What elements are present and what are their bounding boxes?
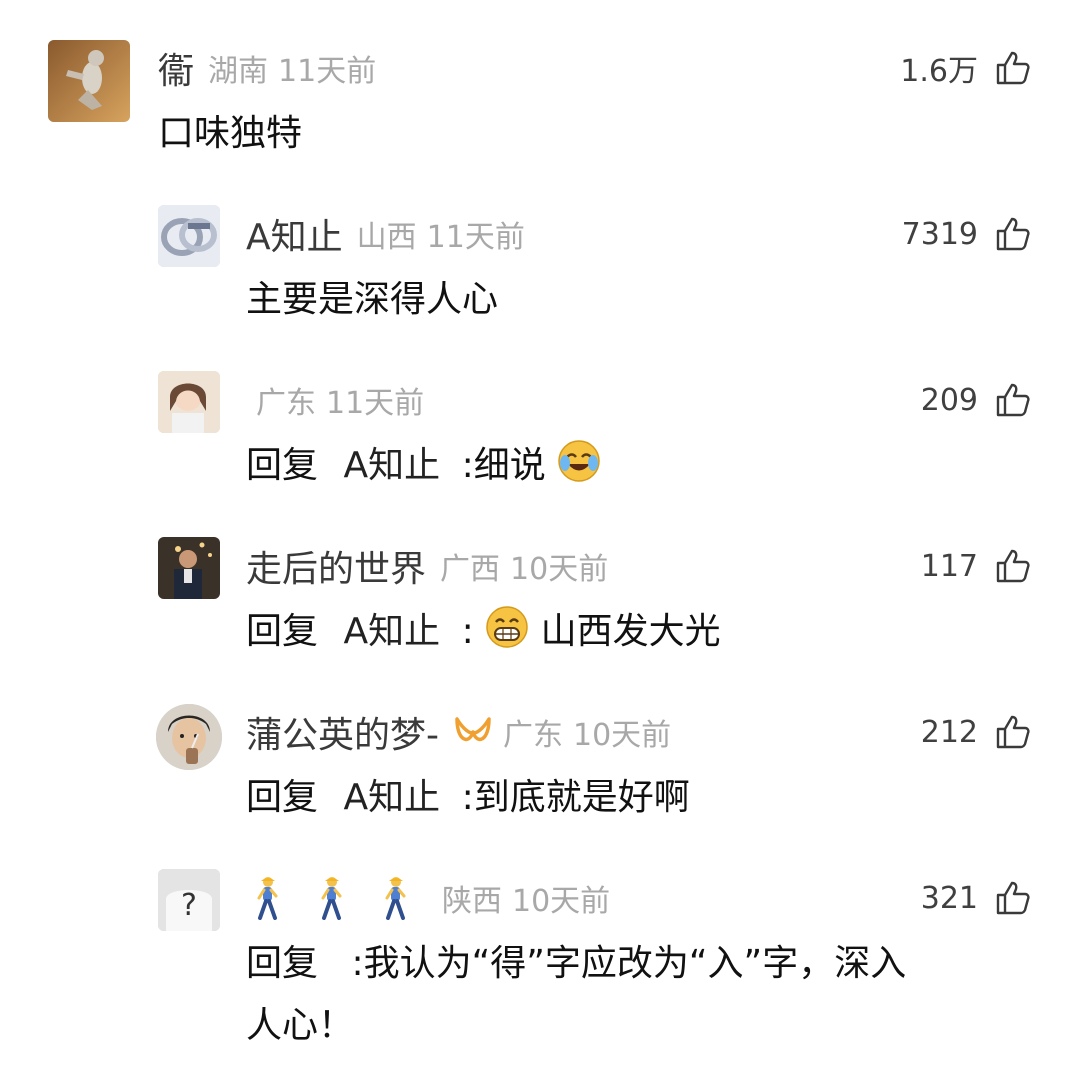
walking-man-icon — [321, 877, 342, 920]
timestamp: 11天前 — [426, 220, 525, 255]
comment-text: 回复 A知止 :到底就是好啊 — [246, 768, 690, 828]
like-button[interactable]: 212 — [921, 702, 1032, 762]
region: 广西 — [440, 552, 501, 587]
like-button[interactable]: 209 — [921, 370, 1032, 430]
reply-colon: : — [461, 611, 474, 652]
like-count: 321 — [920, 880, 978, 916]
thumbs-up-icon — [996, 881, 1030, 915]
timestamp: 10天前 — [510, 552, 609, 587]
reply-prefix: 回复 — [246, 611, 319, 652]
comment-meta: 走后的世界 广西 10天前 — [246, 536, 608, 596]
reply-prefix: 回复 — [246, 943, 319, 984]
reply-text: 山西发大光 — [540, 611, 721, 652]
comment-text-line2: 人心！ — [246, 1005, 355, 1046]
region: 广东 — [256, 386, 316, 421]
avatar[interactable] — [158, 537, 220, 599]
region: 山西 — [356, 220, 417, 255]
reply-prefix: 回复 — [246, 777, 319, 818]
grinning-emoji-icon — [486, 606, 528, 648]
reply-text-line1: :我认为“得”字应改为“入”字，深入 — [351, 943, 907, 984]
comment-text: 回复 :我认为“得”字应改为“入”字，深入 — [246, 934, 906, 994]
timestamp: 11天前 — [278, 54, 377, 89]
comment-meta: 陕西 10天前 — [250, 868, 610, 928]
reply-text: :到底就是好啊 — [461, 777, 690, 818]
avatar[interactable] — [158, 371, 220, 433]
thumbs-up-icon — [996, 715, 1030, 749]
region: 广东 — [503, 718, 563, 753]
region: 陕西 — [442, 884, 502, 919]
ribbon-badge-icon — [455, 717, 491, 742]
svg-text:?: ? — [181, 888, 197, 923]
comment-text: 主要是深得人心 — [246, 279, 499, 320]
like-count: 212 — [920, 714, 978, 750]
comment-meta: 衞 湖南 11天前 — [158, 38, 376, 98]
like-count: 7319 — [901, 216, 978, 252]
comment-meta: 蒲公英的梦- 广东 10天前 — [246, 702, 671, 762]
like-count: 1.6万 — [900, 54, 978, 89]
comment-meta: A知止 山西 11天前 — [246, 204, 525, 264]
like-count: 117 — [920, 548, 978, 584]
username[interactable]: 蒲公英的梦- — [246, 706, 439, 758]
walking-man-icon — [385, 877, 406, 920]
thumbs-up-icon — [996, 383, 1030, 417]
avatar[interactable] — [158, 205, 220, 267]
timestamp: 11天前 — [326, 386, 425, 421]
thumbs-up-icon — [996, 217, 1030, 251]
comment-text: 回复 A知止 :细说 — [246, 436, 601, 496]
like-count: 209 — [920, 382, 978, 418]
avatar[interactable]: ? — [158, 869, 220, 931]
avatar[interactable] — [156, 704, 222, 770]
avatar[interactable] — [48, 40, 130, 122]
thumbs-up-icon — [996, 51, 1030, 85]
comment-text: 口味独特 — [158, 113, 303, 154]
reply-mention[interactable]: A知止 — [343, 611, 440, 652]
region: 湖南 — [208, 54, 269, 89]
username[interactable]: A知止 — [246, 208, 343, 260]
username[interactable]: 走后的世界 — [246, 540, 426, 592]
comment-meta: 广东 11天前 — [256, 370, 424, 430]
reply-text: :细说 — [461, 445, 546, 486]
like-button[interactable]: 7319 — [902, 204, 1032, 264]
like-button[interactable]: 1.6万 — [900, 38, 1032, 98]
timestamp: 10天前 — [512, 884, 611, 919]
thumbs-up-icon — [996, 549, 1030, 583]
walking-man-icon — [257, 877, 278, 920]
like-button[interactable]: 321 — [921, 868, 1032, 928]
username[interactable]: 衞 — [158, 42, 194, 94]
laughing-crying-emoji-icon — [558, 440, 600, 482]
reply-mention[interactable]: A知止 — [343, 445, 440, 486]
comment-text: 回复 A知止 : 山西发大光 — [246, 602, 721, 662]
reply-mention[interactable]: A知止 — [343, 777, 440, 818]
reply-prefix: 回复 — [246, 445, 319, 486]
like-button[interactable]: 117 — [921, 536, 1032, 596]
timestamp: 10天前 — [573, 718, 672, 753]
